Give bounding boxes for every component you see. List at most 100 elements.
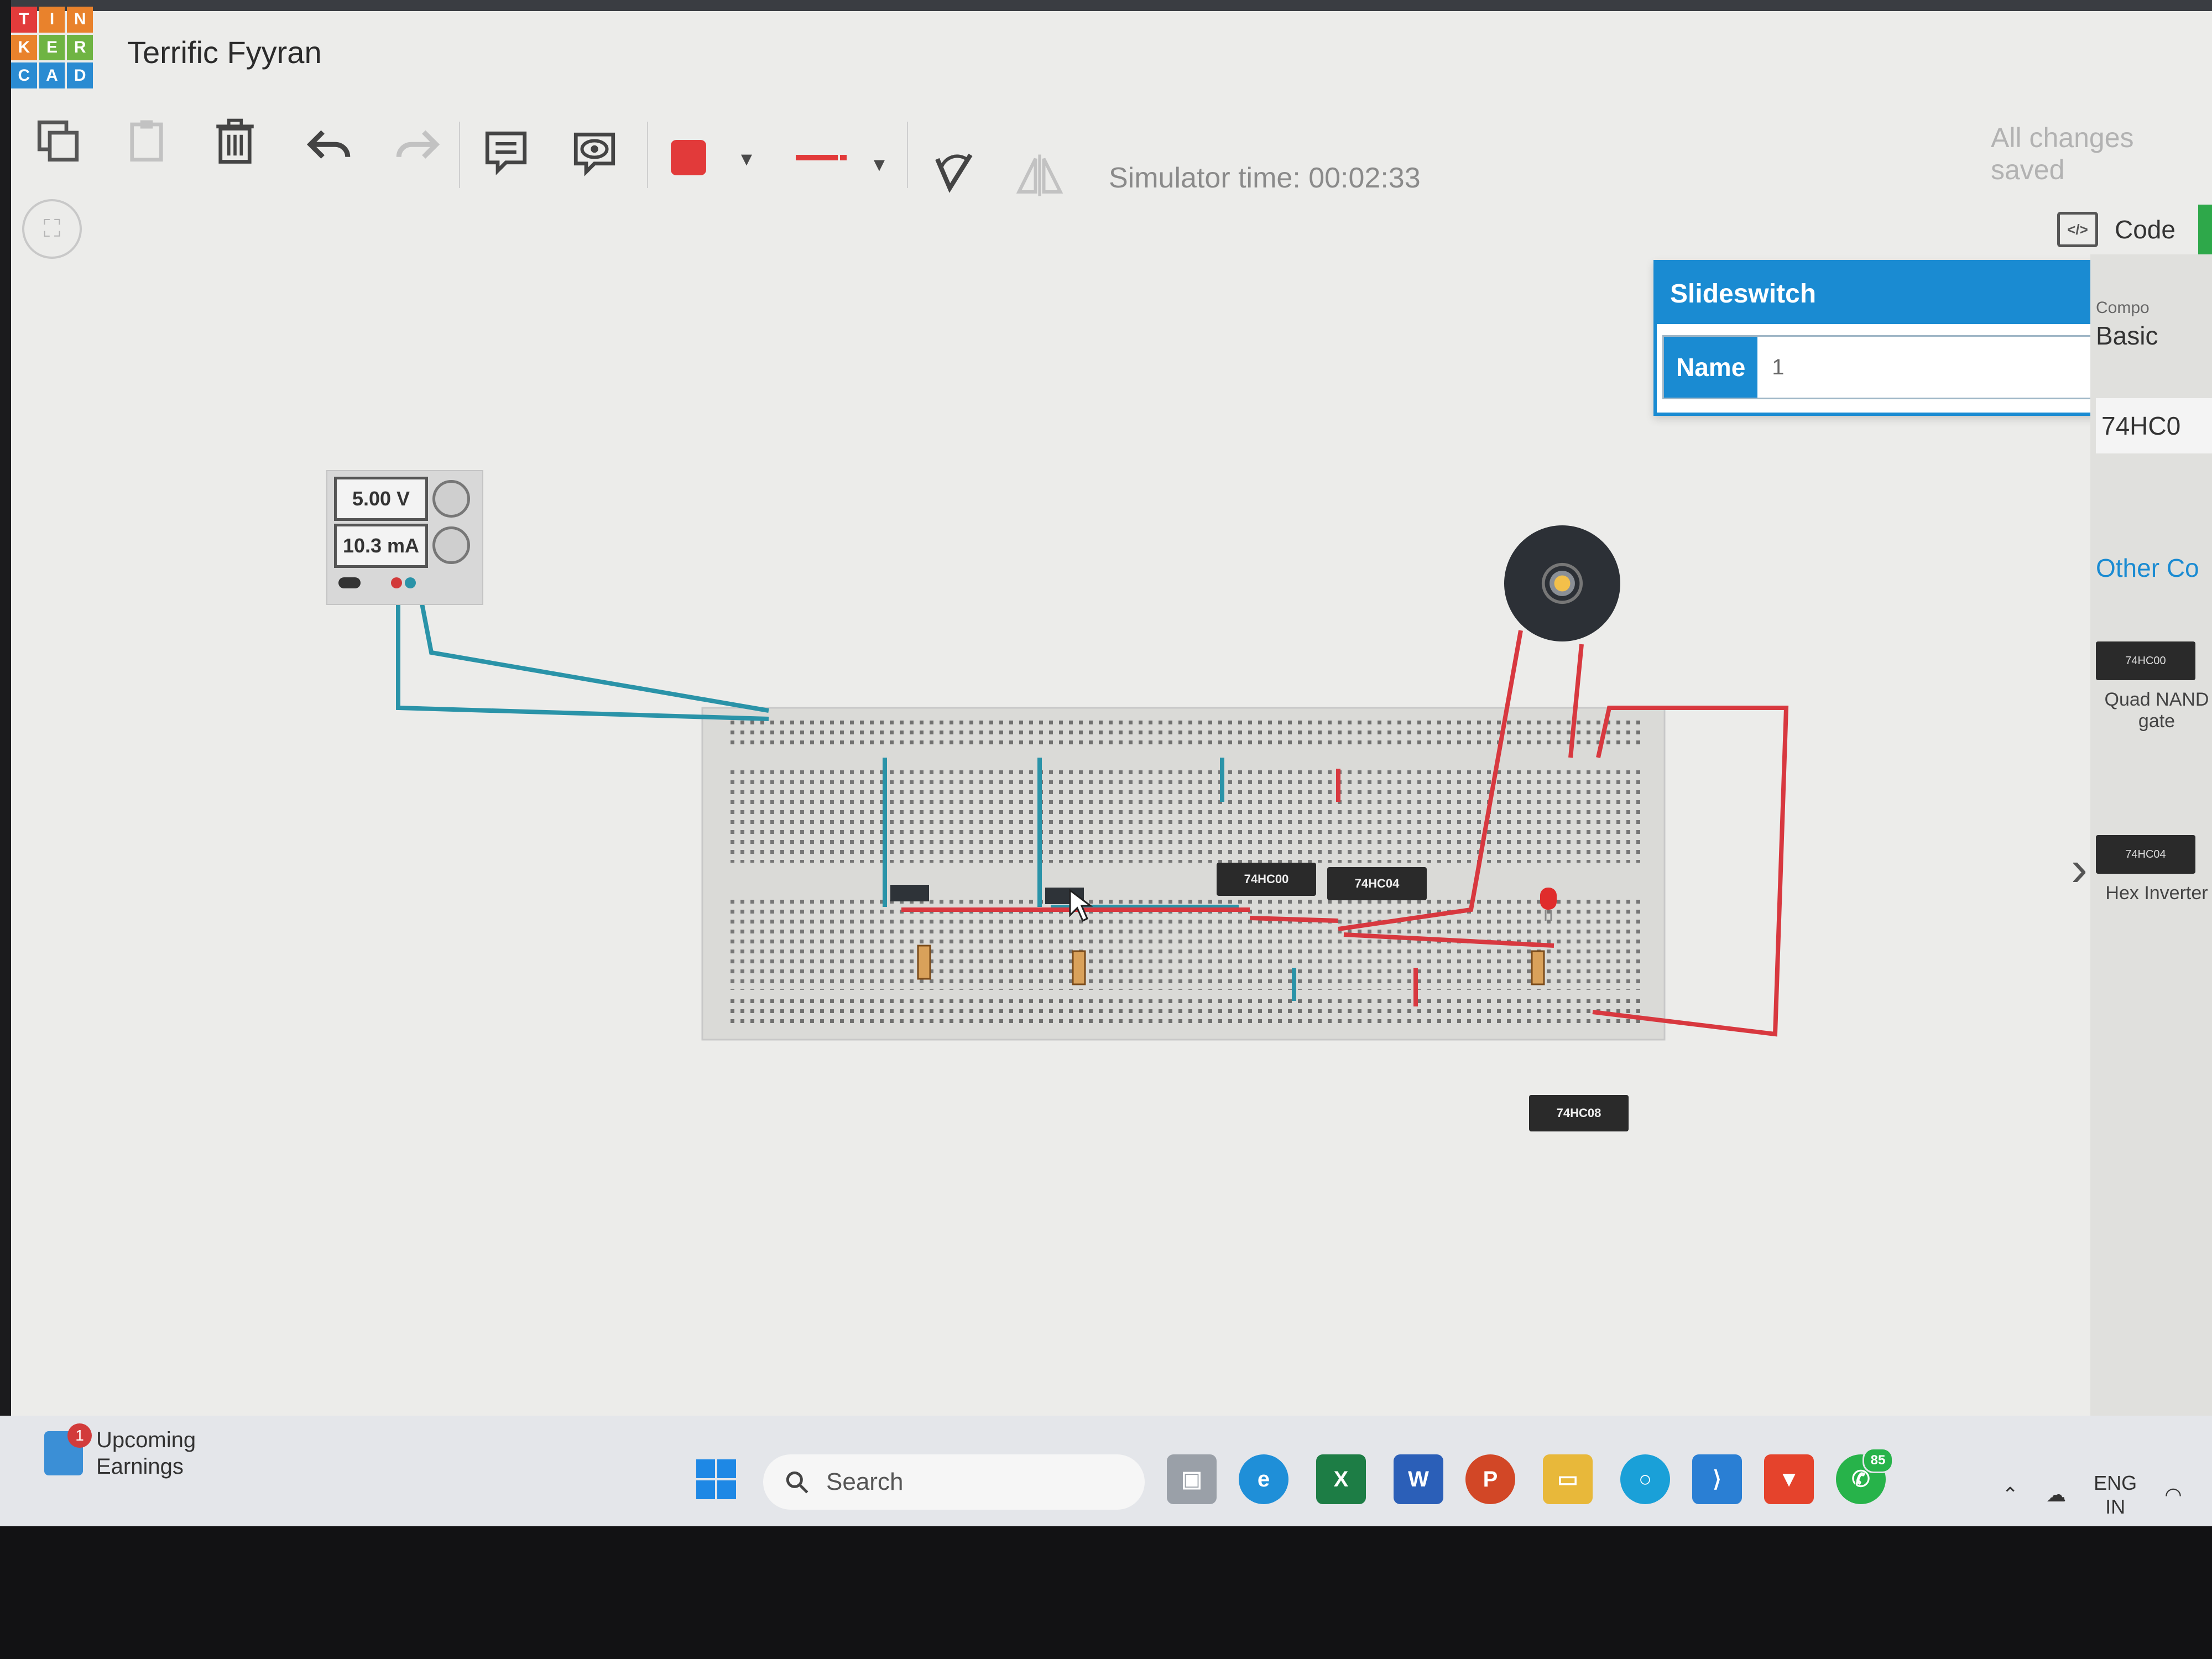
title-strip xyxy=(11,0,2212,11)
redo-button[interactable] xyxy=(387,116,448,177)
task-view-icon: ▣ xyxy=(1181,1467,1202,1491)
wifi-icon[interactable]: ◠ xyxy=(2164,1483,2182,1506)
paste-button[interactable] xyxy=(116,111,177,171)
power-supply[interactable]: 5.00 V 10.3 mA xyxy=(326,470,483,605)
logo-letter: C xyxy=(11,62,37,88)
logo-letter: A xyxy=(39,62,65,88)
language-indicator[interactable]: ENG IN xyxy=(2094,1471,2137,1519)
voltage-display: 5.00 V xyxy=(334,477,428,521)
toolbar-divider xyxy=(459,122,460,188)
widgets-button[interactable]: 1 Upcoming Earnings xyxy=(44,1423,196,1480)
caret-down-icon: ▼ xyxy=(737,148,756,170)
components-dropdown[interactable]: Basic xyxy=(2096,321,2212,351)
slideswitch[interactable] xyxy=(890,885,929,901)
language-code: ENG xyxy=(2094,1472,2137,1494)
tinkercad-logo[interactable]: T I N K E R C A D xyxy=(11,7,93,88)
inspector-title: Slideswitch xyxy=(1657,263,2099,324)
laptop-bezel xyxy=(0,1526,2212,1659)
positive-terminal[interactable] xyxy=(391,577,402,588)
note-icon xyxy=(485,131,527,175)
chip-thumbnail: 74HC04 xyxy=(2096,835,2195,874)
widget-text: Upcoming Earnings xyxy=(96,1427,196,1480)
current-knob[interactable] xyxy=(432,526,470,564)
start-simulation-button[interactable] xyxy=(2198,205,2212,260)
taskbar-search[interactable]: Search xyxy=(763,1454,1145,1510)
logo-letter: E xyxy=(39,34,65,61)
component-search-input[interactable]: 74HC0 xyxy=(2096,398,2212,453)
ground-terminal[interactable] xyxy=(338,577,361,588)
excel-app[interactable]: X xyxy=(1316,1454,1366,1504)
name-label: Name xyxy=(1664,337,1758,398)
undo-button[interactable] xyxy=(299,116,359,177)
wire-style-button[interactable] xyxy=(791,133,852,182)
cloud-icon[interactable]: ☁ xyxy=(2046,1483,2066,1506)
word-app[interactable]: W xyxy=(1394,1454,1443,1504)
component-item-hex-inverter[interactable]: 74HC04 Hex Inverter xyxy=(2096,835,2212,904)
ring-icon: ○ xyxy=(1638,1467,1652,1491)
file-explorer-app[interactable]: ▭ xyxy=(1543,1454,1593,1504)
chip-74hc04[interactable]: 74HC04 xyxy=(1327,867,1427,900)
undo-icon xyxy=(306,130,351,159)
name-field-row: Name 1 xyxy=(1662,335,2094,399)
eye-note-icon xyxy=(573,132,615,176)
paste-icon xyxy=(130,120,163,162)
chevron-up-icon[interactable]: ⌃ xyxy=(2002,1483,2018,1506)
piezo-buzzer[interactable] xyxy=(1504,525,1620,641)
flip-icon xyxy=(1016,154,1063,196)
component-item-quad-nand[interactable]: 74HC00 Quad NAND gate xyxy=(2096,641,2212,732)
cortana-app[interactable]: ○ xyxy=(1620,1454,1670,1504)
tinkercad-window: T I N K E R C A D Terrific Fyyran ▼ ▼ Si… xyxy=(11,0,2212,1460)
copy-icon xyxy=(37,120,79,162)
project-title[interactable]: Terrific Fyyran xyxy=(127,34,322,70)
wire-line-icon xyxy=(796,155,847,160)
component-caption: Quad NAND gate xyxy=(2104,689,2209,732)
chip-thumbnail: 74HC00 xyxy=(2096,641,2195,680)
notes-button[interactable] xyxy=(476,122,536,182)
chip-74hc00[interactable]: 74HC00 xyxy=(1217,863,1316,896)
delete-button[interactable] xyxy=(205,111,265,171)
flip-button[interactable] xyxy=(1006,145,1073,206)
edge-app[interactable]: e xyxy=(1239,1454,1288,1504)
components-header: Compo xyxy=(2096,299,2150,317)
chevron-right-icon[interactable]: › xyxy=(2071,841,2088,898)
name-input[interactable]: 1 xyxy=(1757,355,1784,380)
vscode-app[interactable]: ⟩ xyxy=(1692,1454,1742,1504)
region-code: IN xyxy=(2105,1495,2126,1519)
red-swatch-icon xyxy=(671,140,706,175)
toolbar-divider xyxy=(647,122,648,188)
powerpoint-app[interactable]: P xyxy=(1465,1454,1515,1504)
logo-letter: I xyxy=(39,7,65,33)
whatsapp-app[interactable]: ✆ 85 xyxy=(1836,1448,1893,1504)
edge-icon: e xyxy=(1257,1467,1270,1491)
negative-terminal[interactable] xyxy=(405,577,416,588)
brave-app[interactable]: ▼ xyxy=(1764,1454,1814,1504)
color-dropdown[interactable]: ▼ xyxy=(730,143,763,176)
code-label: Code xyxy=(2115,215,2176,244)
current-display: 10.3 mA xyxy=(334,524,428,568)
copy-button[interactable] xyxy=(28,111,88,171)
search-icon xyxy=(786,1471,808,1494)
chip-74hc08[interactable]: 74HC08 xyxy=(1529,1095,1629,1131)
trash-icon xyxy=(216,118,254,164)
excel-icon: X xyxy=(1333,1467,1349,1491)
logo-letter: R xyxy=(67,34,93,61)
windows-logo-icon xyxy=(696,1459,736,1499)
breadboard[interactable] xyxy=(701,707,1666,1041)
buzzer-sound-icon xyxy=(1540,561,1584,606)
color-picker-button[interactable] xyxy=(664,133,713,182)
search-placeholder: Search xyxy=(826,1468,904,1495)
widget-title: Upcoming xyxy=(96,1428,196,1452)
logo-letter: T xyxy=(11,7,37,33)
logo-letter: N xyxy=(67,7,93,33)
task-view-button[interactable]: ▣ xyxy=(1167,1454,1217,1504)
notes-visibility-button[interactable] xyxy=(564,123,625,184)
toolbar-divider xyxy=(907,122,908,188)
widget-subtitle: Earnings xyxy=(96,1454,184,1479)
vscode-icon: ⟩ xyxy=(1713,1467,1721,1491)
wire-style-dropdown[interactable]: ▼ xyxy=(863,148,896,181)
simulator-time: Simulator time: 00:02:33 xyxy=(1109,162,1421,194)
start-button[interactable] xyxy=(691,1454,741,1504)
voltage-knob[interactable] xyxy=(432,480,470,518)
folder-icon: ▭ xyxy=(1557,1467,1578,1491)
rotate-button[interactable] xyxy=(924,141,984,202)
